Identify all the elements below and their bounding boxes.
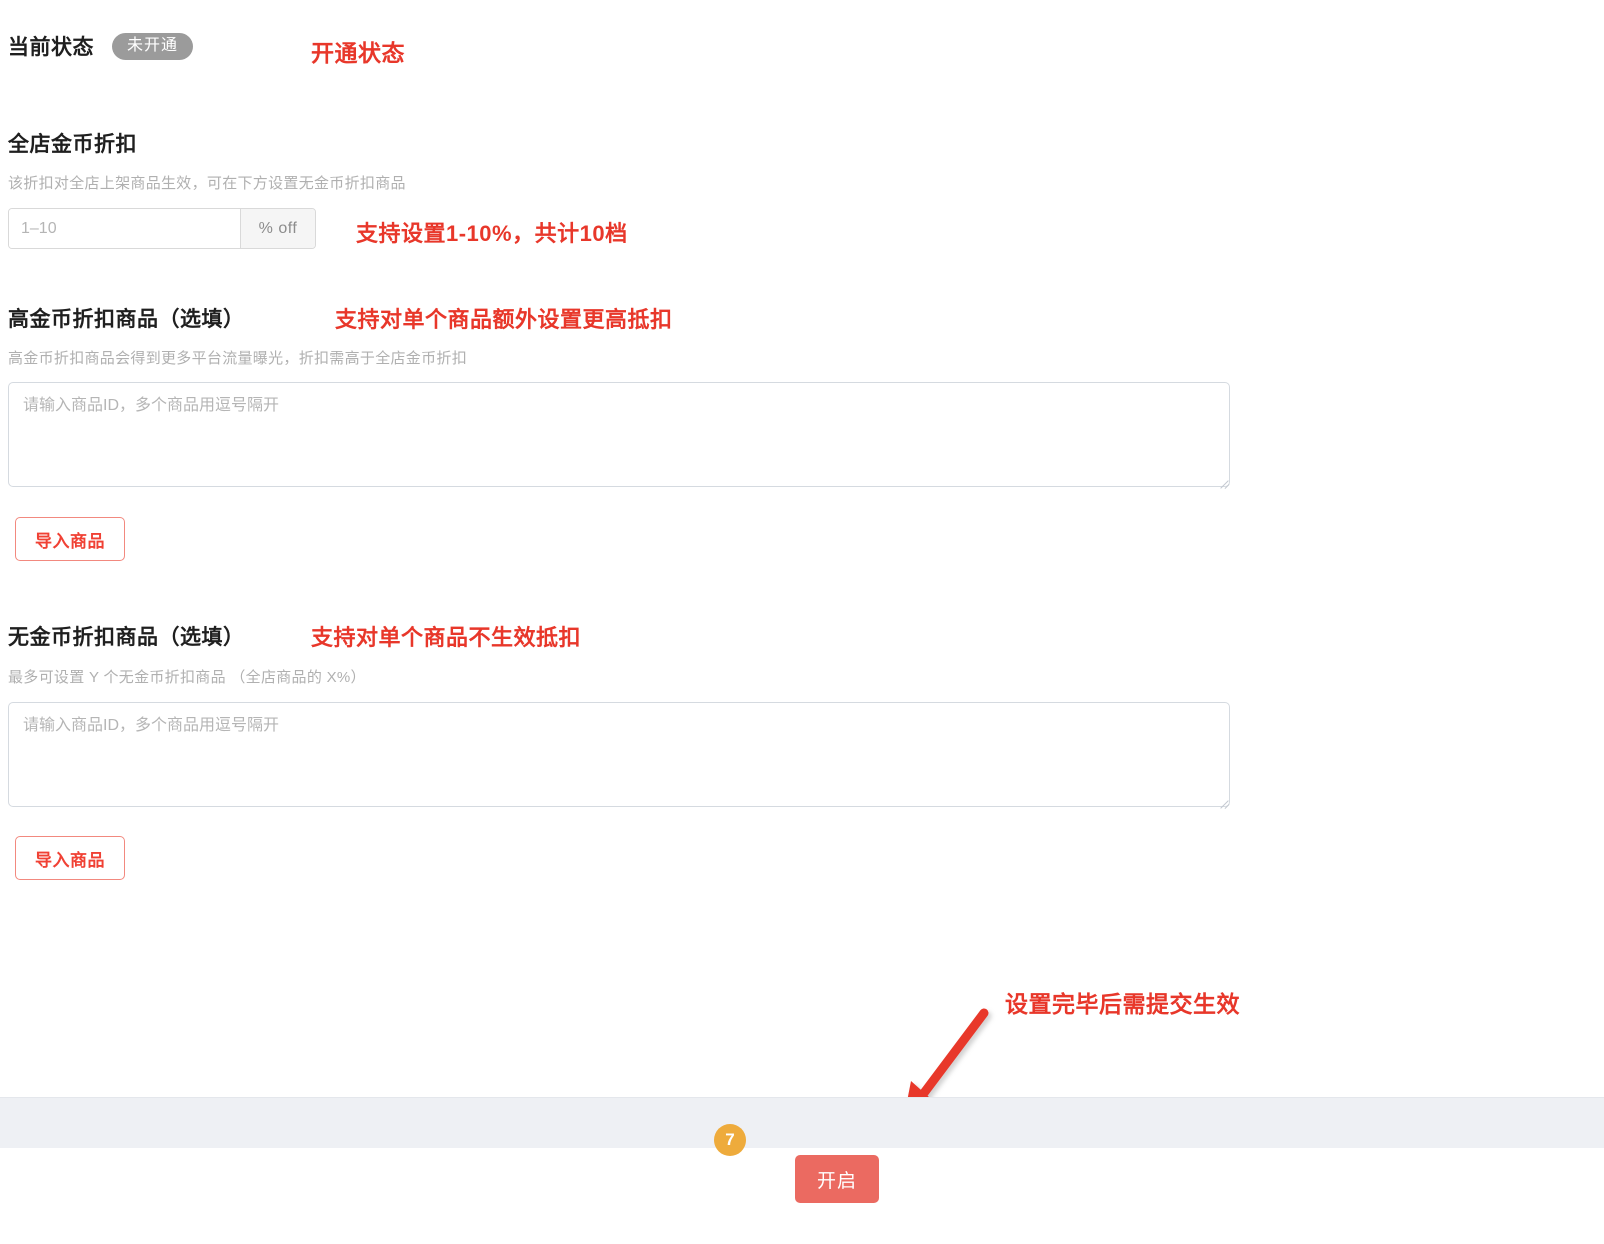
annotation-open-status: 开通状态 (311, 40, 405, 66)
settings-page: 当前状态 未开通 开通状态 全店金币折扣 该折扣对全店上架商品生效，可在下方设置… (0, 0, 1604, 1244)
annotation-no-discount: 支持对单个商品不生效抵扣 (311, 625, 582, 650)
import-products-button-no[interactable]: 导入商品 (15, 836, 125, 880)
current-status-row: 当前状态 未开通 (8, 30, 194, 62)
status-badge: 未开通 (112, 32, 194, 60)
current-status-label: 当前状态 (8, 36, 94, 59)
enable-submit-button[interactable]: 开启 (795, 1155, 879, 1203)
no-discount-title: 无金币折扣商品（选填） (8, 626, 245, 649)
store-discount-input[interactable] (9, 209, 240, 248)
no-discount-product-ids-textarea[interactable] (8, 702, 1230, 807)
store-discount-description: 该折扣对全店上架商品生效，可在下方设置无金币折扣商品 (8, 175, 406, 192)
annotation-submit-hint: 设置完毕后需提交生效 (1005, 991, 1240, 1017)
high-discount-title: 高金币折扣商品（选填） (8, 308, 245, 331)
store-discount-input-group[interactable]: % off (8, 208, 316, 249)
annotation-high-discount: 支持对单个商品额外设置更高抵扣 (335, 307, 673, 332)
footer-separator-band (0, 1097, 1604, 1148)
no-discount-description: 最多可设置 Y 个无金币折扣商品 （全店商品的 X%） (8, 669, 366, 686)
step-number-badge: 7 (714, 1124, 746, 1156)
percent-off-addon: % off (240, 209, 315, 248)
high-discount-description: 高金币折扣商品会得到更多平台流量曝光，折扣需高于全店金币折扣 (8, 350, 468, 367)
store-discount-title: 全店金币折扣 (8, 133, 137, 156)
import-products-button-high[interactable]: 导入商品 (15, 517, 125, 561)
high-discount-product-ids-textarea[interactable] (8, 382, 1230, 487)
annotation-store-discount: 支持设置1-10%，共计10档 (356, 221, 628, 246)
